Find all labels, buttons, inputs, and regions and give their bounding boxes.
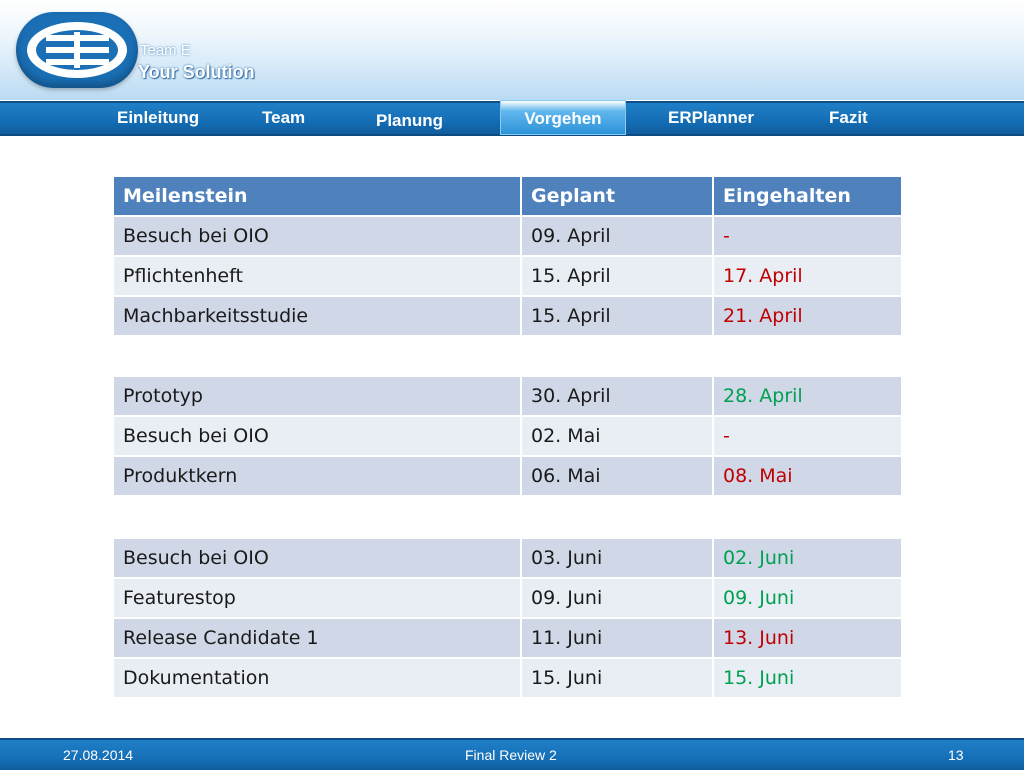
kept-cell: - <box>712 415 903 457</box>
table-row: Featurestop 09. Juni 09. Juni <box>112 577 903 619</box>
nav-item-vorgehen[interactable]: Vorgehen <box>500 100 626 135</box>
planned-cell: 03. Juni <box>520 537 714 579</box>
table-row: Dokumentation 15. Juni 15. Juni <box>112 657 903 699</box>
kept-cell: 21. April <box>712 295 903 337</box>
planned-cell: 09. April <box>520 215 714 257</box>
kept-cell: 15. Juni <box>712 657 903 699</box>
brand-team: Team E <box>140 42 191 59</box>
header-milestone: Meilenstein <box>112 175 522 217</box>
milestone-cell: Prototyp <box>112 375 522 417</box>
milestone-cell: Besuch bei OIO <box>112 537 522 579</box>
milestone-table: Prototyp 30. April 28. April Besuch bei … <box>112 375 903 497</box>
kept-cell: - <box>712 215 903 257</box>
table-row: Besuch bei OIO 03. Juni 02. Juni <box>112 537 903 579</box>
table-row: Besuch bei OIO 02. Mai - <box>112 415 903 457</box>
footer-page-number: 13 <box>948 747 964 763</box>
planned-cell: 09. Juni <box>520 577 714 619</box>
nav-item-team[interactable]: Team <box>262 103 305 132</box>
kept-cell: 09. Juni <box>712 577 903 619</box>
planned-cell: 02. Mai <box>520 415 714 457</box>
table-row: Pflichtenheft 15. April 17. April <box>112 255 903 297</box>
slide-header: Team E Your Solution <box>0 0 1024 100</box>
planned-cell: 06. Mai <box>520 455 714 497</box>
slide-footer: 27.08.2014 Final Review 2 13 <box>0 738 1024 770</box>
kept-cell: 28. April <box>712 375 903 417</box>
milestone-cell: Pflichtenheft <box>112 255 522 297</box>
planned-cell: 11. Juni <box>520 617 714 659</box>
ee-logo-icon <box>16 12 138 88</box>
header-kept: Eingehalten <box>712 175 903 217</box>
table-row: Produktkern 06. Mai 08. Mai <box>112 455 903 497</box>
planned-cell: 30. April <box>520 375 714 417</box>
kept-cell: 08. Mai <box>712 455 903 497</box>
planned-cell: 15. Juni <box>520 657 714 699</box>
kept-cell: 17. April <box>712 255 903 297</box>
planned-cell: 15. April <box>520 295 714 337</box>
milestone-table: Besuch bei OIO 03. Juni 02. Juni Feature… <box>112 537 903 699</box>
footer-title: Final Review 2 <box>465 747 557 763</box>
table-row: Prototyp 30. April 28. April <box>112 375 903 417</box>
table-row: Machbarkeitsstudie 15. April 21. April <box>112 295 903 337</box>
milestone-cell: Featurestop <box>112 577 522 619</box>
header-planned: Geplant <box>520 175 714 217</box>
table-row: Release Candidate 1 11. Juni 13. Juni <box>112 617 903 659</box>
nav-item-erplanner[interactable]: ERPlanner <box>668 103 754 132</box>
table-row: Besuch bei OIO 09. April - <box>112 215 903 257</box>
milestone-cell: Machbarkeitsstudie <box>112 295 522 337</box>
planned-cell: 15. April <box>520 255 714 297</box>
milestone-cell: Besuch bei OIO <box>112 215 522 257</box>
milestone-cell: Dokumentation <box>112 657 522 699</box>
footer-date: 27.08.2014 <box>63 747 134 763</box>
nav-item-fazit[interactable]: Fazit <box>829 103 868 132</box>
milestone-table: Meilenstein Geplant Eingehalten Besuch b… <box>112 175 903 337</box>
brand-name: Your Solution <box>138 62 255 82</box>
nav-item-planung[interactable]: Planung <box>376 106 443 135</box>
kept-cell: 02. Juni <box>712 537 903 579</box>
kept-cell: 13. Juni <box>712 617 903 659</box>
milestone-cell: Release Candidate 1 <box>112 617 522 659</box>
nav-item-einleitung[interactable]: Einleitung <box>117 103 199 132</box>
milestone-cell: Besuch bei OIO <box>112 415 522 457</box>
table-header-row: Meilenstein Geplant Eingehalten <box>112 175 903 217</box>
navigation-bar: Einleitung Team Planung Vorgehen ERPlann… <box>0 100 1024 136</box>
milestone-cell: Produktkern <box>112 455 522 497</box>
